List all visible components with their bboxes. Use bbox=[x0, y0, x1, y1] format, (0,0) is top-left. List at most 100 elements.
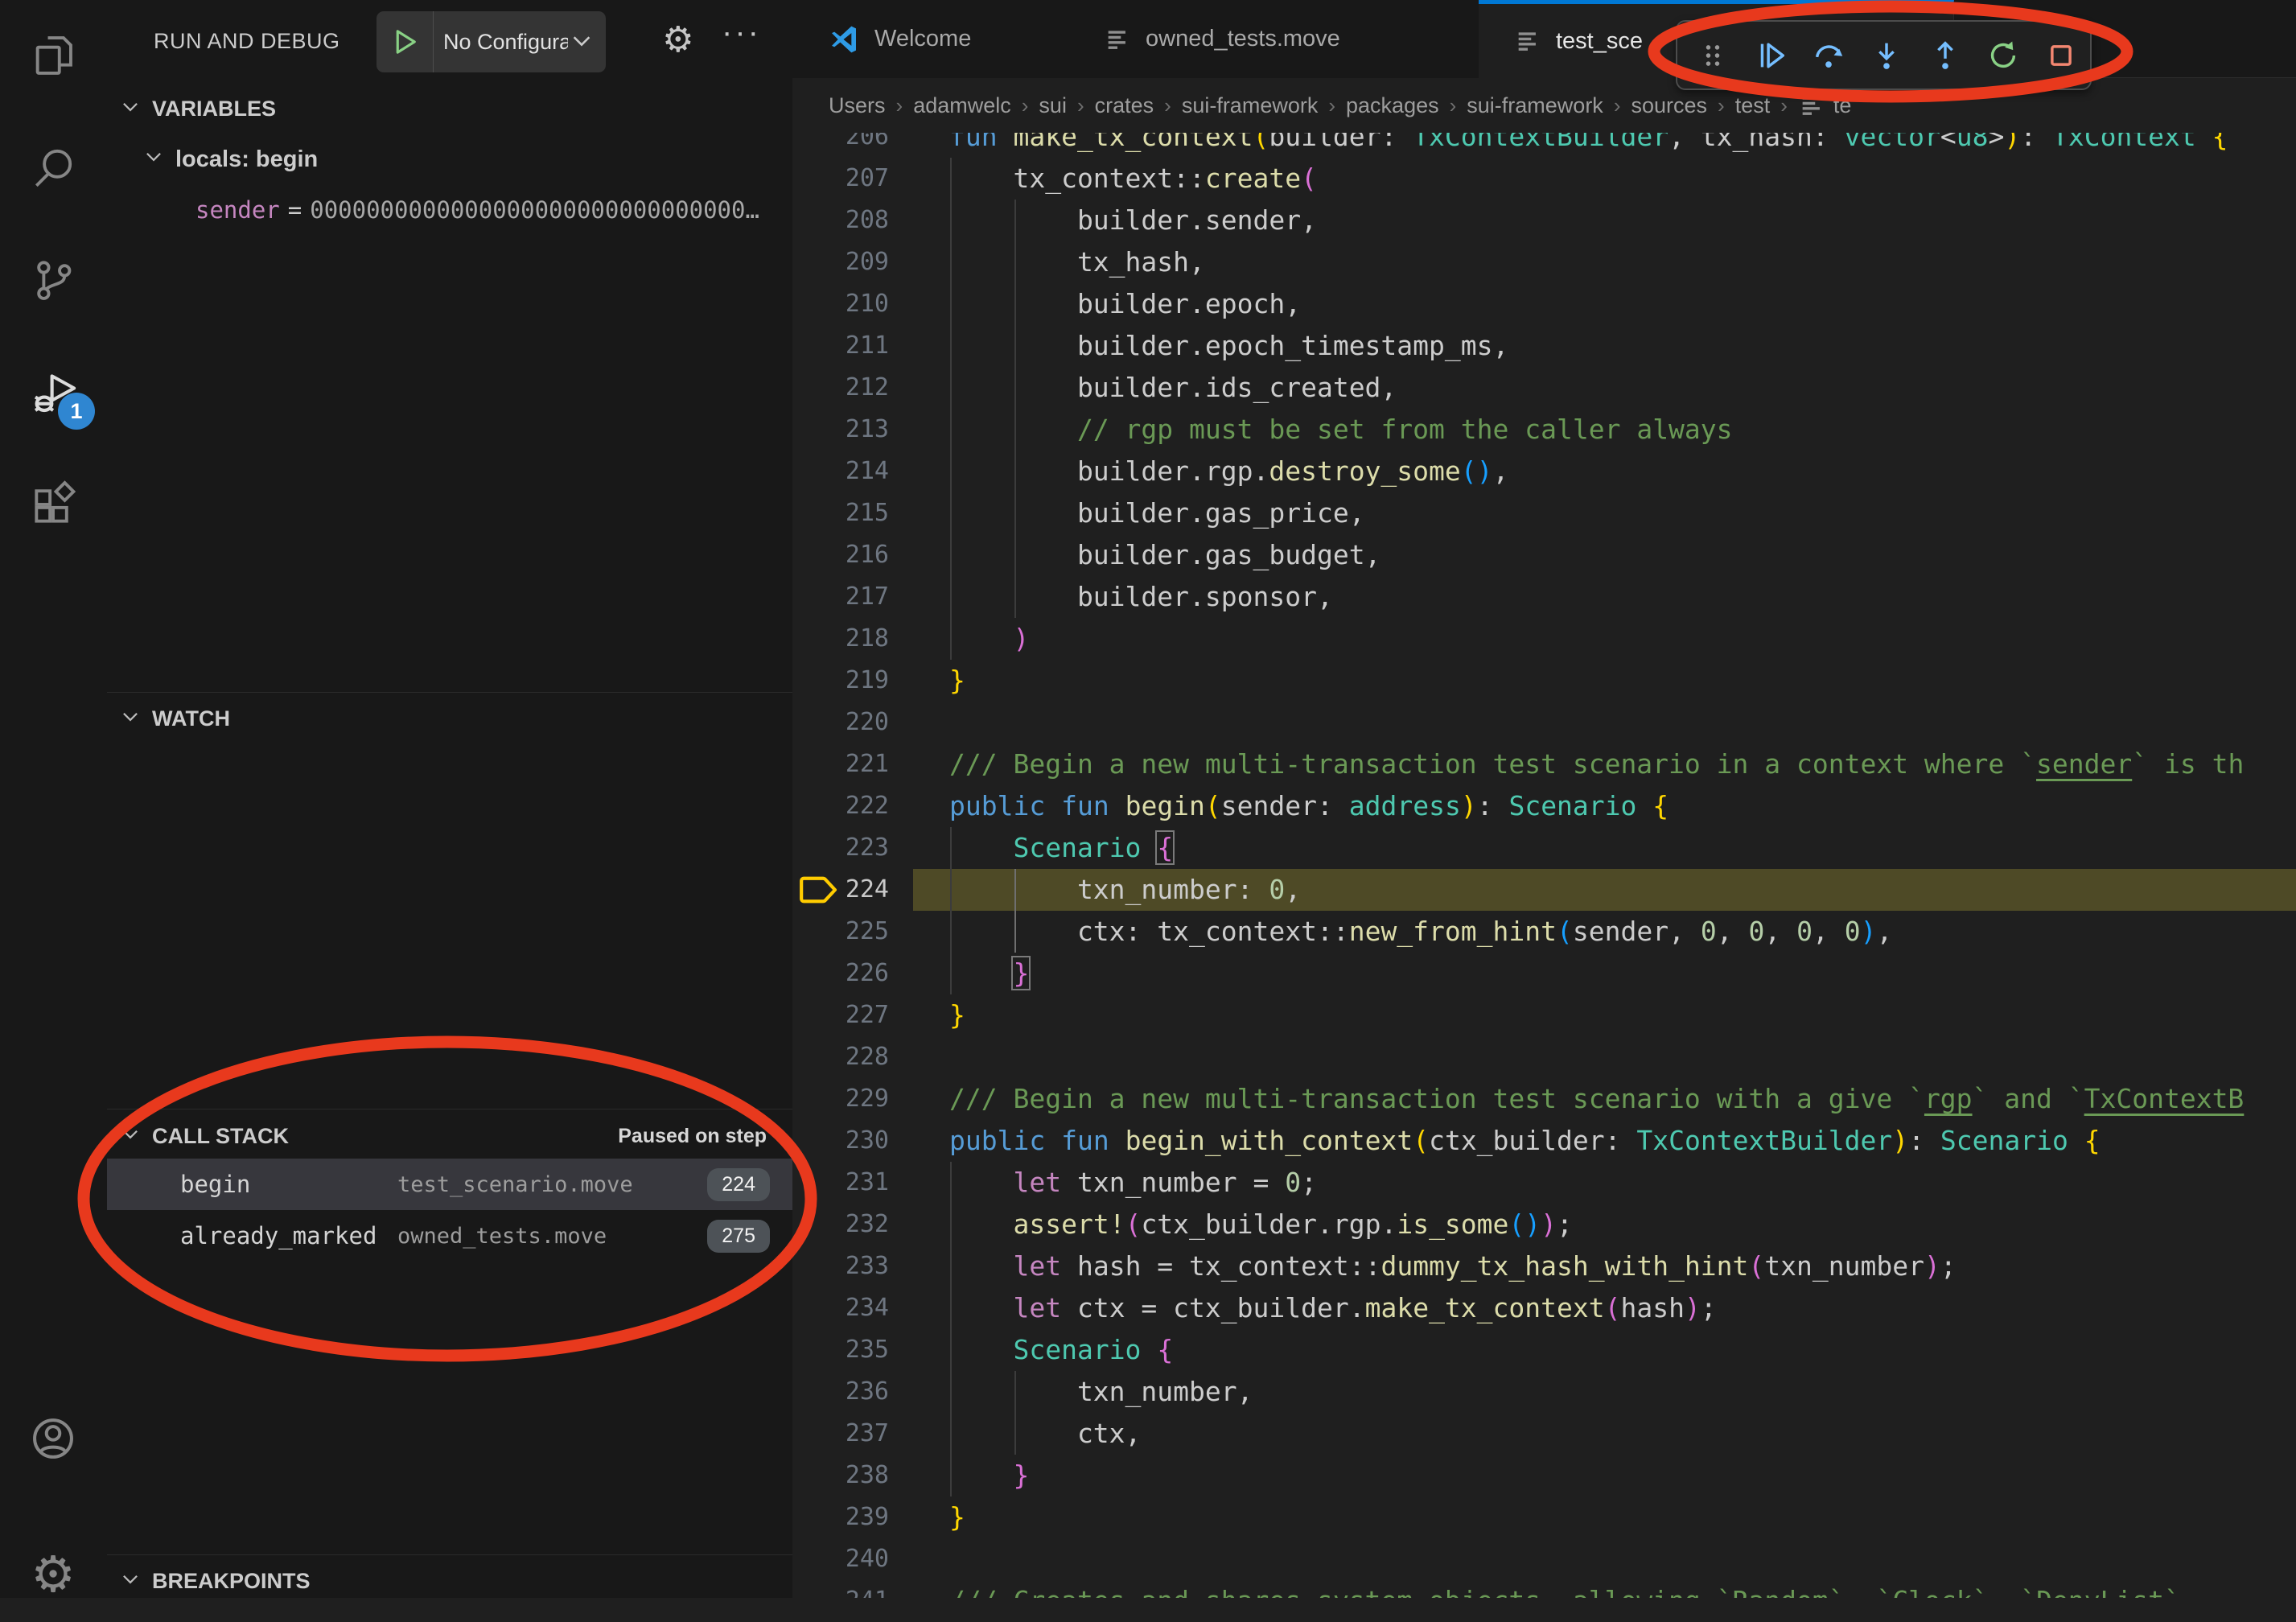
line-number: 217 bbox=[792, 576, 889, 618]
code-text: let ctx = ctx_builder.make_tx_context(ha… bbox=[949, 1287, 1717, 1329]
code-line-224[interactable]: 224 txn_number: 0, bbox=[792, 869, 2296, 911]
line-number: 229 bbox=[792, 1078, 889, 1120]
code-line-240[interactable]: 240 bbox=[792, 1538, 2296, 1580]
breadcrumb-item[interactable]: sui-framework bbox=[1182, 93, 1319, 118]
activity-item-settings[interactable]: ⚙ bbox=[0, 1525, 106, 1622]
line-number: 238 bbox=[792, 1455, 889, 1496]
code-text: public fun begin_with_context(ctx_builde… bbox=[949, 1120, 2101, 1162]
code-area[interactable]: 206fun make_tx_context(builder: TxContex… bbox=[792, 0, 2296, 1598]
code-line-223[interactable]: 223 Scenario { bbox=[792, 827, 2296, 869]
breadcrumb-item[interactable]: adamwelc bbox=[913, 93, 1011, 118]
activity-item-run-and-debug[interactable]: 1 bbox=[0, 344, 106, 441]
step-over-button[interactable] bbox=[1800, 27, 1858, 84]
code-line-225[interactable]: 225 ctx: tx_context::new_from_hint(sende… bbox=[792, 911, 2296, 953]
activity-item-explorer[interactable] bbox=[0, 7, 106, 104]
code-line-219[interactable]: 219} bbox=[792, 660, 2296, 702]
code-text: /// Begin a new multi-transaction test s… bbox=[949, 743, 2244, 785]
breadcrumb-item[interactable]: packages bbox=[1346, 93, 1439, 118]
step-out-button[interactable] bbox=[1916, 27, 1974, 84]
line-number: 228 bbox=[792, 1036, 889, 1078]
code-line-209[interactable]: 209 tx_hash, bbox=[792, 241, 2296, 283]
code-line-211[interactable]: 211 builder.epoch_timestamp_ms, bbox=[792, 325, 2296, 367]
chevron-down-icon bbox=[143, 146, 164, 173]
code-line-216[interactable]: 216 builder.gas_budget, bbox=[792, 534, 2296, 576]
code-line-232[interactable]: 232 assert!(ctx_builder.rgp.is_some()); bbox=[792, 1204, 2296, 1245]
variables-scope-row[interactable]: locals: begin bbox=[107, 134, 792, 184]
breadcrumb-item[interactable]: crates bbox=[1095, 93, 1154, 118]
code-line-222[interactable]: 222public fun begin(sender: address): Sc… bbox=[792, 785, 2296, 827]
debug-badge: 1 bbox=[58, 393, 95, 430]
frame-file: test_scenario.move bbox=[397, 1172, 707, 1197]
breadcrumb-separator: › bbox=[1770, 93, 1798, 118]
code-line-236[interactable]: 236 txn_number, bbox=[792, 1371, 2296, 1413]
code-line-235[interactable]: 235 Scenario { bbox=[792, 1329, 2296, 1371]
code-line-218[interactable]: 218 ) bbox=[792, 618, 2296, 660]
call-stack-frame-begin[interactable]: begintest_scenario.move224 bbox=[107, 1159, 792, 1210]
debug-settings-gear-icon[interactable]: ⚙ bbox=[662, 19, 693, 60]
start-debug-icon[interactable] bbox=[376, 11, 434, 72]
code-line-217[interactable]: 217 builder.sponsor, bbox=[792, 576, 2296, 618]
code-line-234[interactable]: 234 let ctx = ctx_builder.make_tx_contex… bbox=[792, 1287, 2296, 1329]
code-line-233[interactable]: 233 let hash = tx_context::dummy_tx_hash… bbox=[792, 1245, 2296, 1287]
breadcrumb-item[interactable]: Users bbox=[829, 93, 886, 118]
call-stack-section-header[interactable]: CALL STACK Paused on step bbox=[107, 1111, 792, 1161]
code-line-241[interactable]: 241/// Creates and shares system objects… bbox=[792, 1580, 2296, 1598]
activity-item-search[interactable] bbox=[0, 120, 106, 216]
code-line-215[interactable]: 215 builder.gas_price, bbox=[792, 492, 2296, 534]
activity-item-account[interactable] bbox=[0, 1390, 106, 1487]
code-text: builder.epoch, bbox=[949, 283, 1301, 325]
code-line-220[interactable]: 220 bbox=[792, 702, 2296, 743]
call-stack-frame-already_marked[interactable]: already_markedowned_tests.move275 bbox=[107, 1210, 792, 1262]
tab-owned_tests-move[interactable]: owned_tests.move bbox=[1068, 0, 1479, 78]
watch-section-header[interactable]: WATCH bbox=[107, 694, 792, 743]
debug-config-dropdown[interactable]: No Configura bbox=[376, 11, 606, 72]
code-line-237[interactable]: 237 ctx, bbox=[792, 1413, 2296, 1455]
line-number: 207 bbox=[792, 158, 889, 200]
step-into-button[interactable] bbox=[1858, 27, 1915, 84]
activity-item-source-control[interactable] bbox=[0, 232, 106, 328]
more-actions-icon[interactable]: ··· bbox=[722, 14, 761, 51]
chevron-down-icon bbox=[120, 706, 141, 732]
line-number: 209 bbox=[792, 241, 889, 283]
code-line-212[interactable]: 212 builder.ids_created, bbox=[792, 367, 2296, 409]
code-line-221[interactable]: 221 /// Begin a new multi-transaction tes… bbox=[792, 743, 2296, 785]
breadcrumb-item[interactable]: test bbox=[1735, 93, 1771, 118]
activity-item-extensions[interactable] bbox=[0, 456, 106, 553]
code-line-239[interactable]: 239} bbox=[792, 1496, 2296, 1538]
variables-section-header[interactable]: VARIABLES bbox=[107, 84, 792, 134]
line-number: 218 bbox=[792, 618, 889, 660]
code-text: Scenario { bbox=[949, 1329, 1173, 1371]
line-number: 221 bbox=[792, 743, 889, 785]
code-line-238[interactable]: 238 } bbox=[792, 1455, 2296, 1496]
breakpoints-section-header[interactable]: BREAKPOINTS bbox=[107, 1556, 792, 1606]
movefile-icon bbox=[1104, 26, 1131, 53]
breadcrumb-item[interactable]: sui-framework bbox=[1467, 93, 1603, 118]
tab-welcome[interactable]: Welcome bbox=[792, 0, 1069, 78]
breadcrumb-item[interactable]: sui bbox=[1039, 93, 1067, 118]
run-and-debug-sidebar: RUN AND DEBUG No Configura ⚙ ··· VARIABL… bbox=[107, 0, 793, 1598]
code-line-213[interactable]: 213 // rgp must be set from the caller a… bbox=[792, 409, 2296, 451]
code-line-210[interactable]: 210 builder.epoch, bbox=[792, 283, 2296, 325]
stop-button[interactable] bbox=[2032, 27, 2090, 84]
activity-bar: 1⚙ bbox=[0, 0, 108, 1598]
breadcrumb-file[interactable]: te bbox=[1833, 93, 1852, 118]
restart-button[interactable] bbox=[1974, 27, 2032, 84]
breadcrumb-item[interactable]: sources bbox=[1631, 93, 1707, 118]
indent-guide bbox=[1014, 869, 1016, 953]
code-line-230[interactable]: 230public fun begin_with_context(ctx_bui… bbox=[792, 1120, 2296, 1162]
code-line-207[interactable]: 207 tx_context::create( bbox=[792, 158, 2296, 200]
code-text: builder.gas_price, bbox=[949, 492, 1365, 534]
code-text: } bbox=[949, 660, 965, 702]
code-line-226[interactable]: 226 } bbox=[792, 953, 2296, 994]
code-line-229[interactable]: 229/// Begin a new multi-transaction tes… bbox=[792, 1078, 2296, 1120]
code-line-231[interactable]: 231 let txn_number = 0; bbox=[792, 1162, 2296, 1204]
code-line-227[interactable]: 227} bbox=[792, 994, 2296, 1036]
continue-button[interactable] bbox=[1742, 27, 1800, 84]
variable-row-sender[interactable]: sender = 0000000000000000000000000000000… bbox=[195, 185, 791, 235]
code-line-208[interactable]: 208 builder.sender, bbox=[792, 200, 2296, 241]
line-number: 237 bbox=[792, 1413, 889, 1455]
breadcrumb-separator: › bbox=[1011, 93, 1039, 118]
code-line-228[interactable]: 228 bbox=[792, 1036, 2296, 1078]
code-text: public fun begin(sender: address): Scena… bbox=[949, 785, 1669, 827]
code-line-214[interactable]: 214 builder.rgp.destroy_some(), bbox=[792, 451, 2296, 492]
